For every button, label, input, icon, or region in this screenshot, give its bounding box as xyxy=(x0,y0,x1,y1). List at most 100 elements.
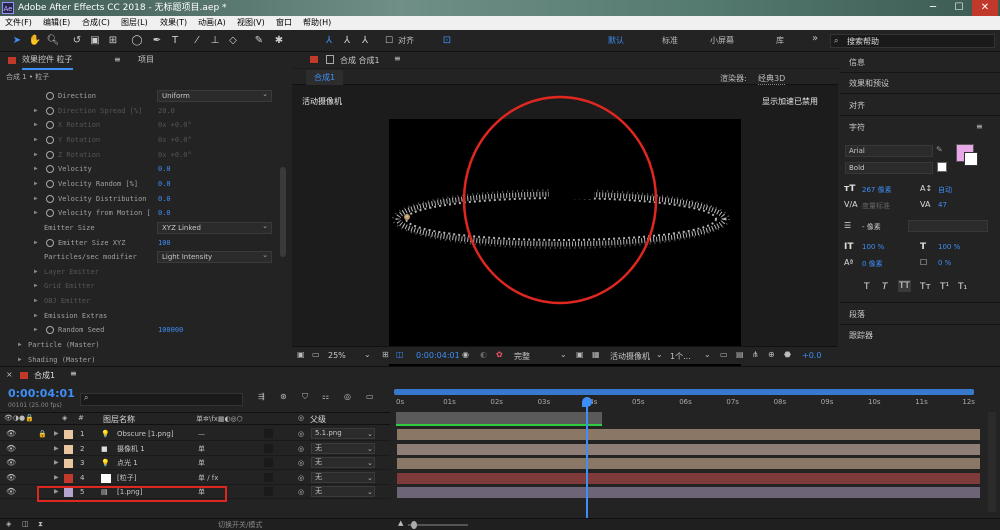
faux-bold-button[interactable]: T xyxy=(864,282,870,292)
layer-name[interactable]: 摄像机 1 xyxy=(117,442,145,456)
effect-row-value[interactable]: 0.0 xyxy=(158,162,171,176)
motion-blur-icon[interactable]: ◎ xyxy=(344,392,351,401)
visibility-eye-icon[interactable]: 👁 xyxy=(6,456,16,470)
3d-layer-toggle[interactable] xyxy=(264,458,273,468)
render-time-icon[interactable]: ⧗ xyxy=(38,520,43,529)
rotate-tool-icon[interactable]: ↺ xyxy=(70,34,84,48)
layer-duration-bar[interactable] xyxy=(397,458,980,470)
align-tab[interactable]: 对齐 xyxy=(849,100,865,111)
comp-mini-flowchart-icon[interactable]: ⇶ xyxy=(258,392,265,401)
type-tool-icon[interactable]: T xyxy=(168,34,182,48)
parent-header[interactable]: 父级 xyxy=(310,414,326,425)
menu-help[interactable]: 帮助(H) xyxy=(303,16,331,30)
viewer-timecode[interactable]: 0:00:04:01 xyxy=(416,351,460,360)
frame-blending-icon[interactable]: ⚏ xyxy=(322,392,329,401)
expand-triangle-icon[interactable]: ▶ xyxy=(34,323,42,337)
3d-layer-toggle[interactable] xyxy=(264,429,273,438)
faux-italic-button[interactable]: T xyxy=(882,282,888,292)
parent-dropdown-icon[interactable]: ⌄ xyxy=(367,456,373,470)
label-color-swatch[interactable] xyxy=(64,459,73,469)
effect-row-value[interactable]: 0x +0.0° xyxy=(158,118,192,132)
expand-triangle-icon[interactable]: ▶ xyxy=(34,309,42,323)
resolution-icon[interactable]: ⊞ xyxy=(382,350,389,359)
expand-triangle-icon[interactable]: ▶ xyxy=(34,279,42,293)
view-select[interactable]: 活动摄像机 xyxy=(610,351,650,362)
expand-triangle-icon[interactable]: ▶ xyxy=(34,265,42,279)
hand-tool-icon[interactable]: ✋ xyxy=(28,34,42,48)
layer-row[interactable]: 👁 ▶ 3 💡 点光 1 单 ◎ 无 ⌄ xyxy=(0,456,390,471)
flowchart-icon[interactable]: ⋔ xyxy=(752,350,759,359)
pick-whip-icon[interactable]: ◎ xyxy=(298,471,304,485)
pen-tool-icon[interactable]: ✒ xyxy=(150,34,164,48)
selection-tool-icon[interactable]: ➤ xyxy=(10,34,24,48)
shy-layers-icon[interactable]: ⛉ xyxy=(302,392,308,402)
snap-options-icon[interactable]: ⊡ xyxy=(440,34,454,48)
project-tab[interactable]: 项目 xyxy=(138,52,154,68)
baseline-shift-value[interactable]: 0 像素 xyxy=(862,259,883,269)
effect-row-value[interactable]: 100000 xyxy=(158,323,183,337)
close-button[interactable]: ✕ xyxy=(972,0,998,16)
stroke-width-value[interactable]: - 像素 xyxy=(862,222,881,232)
visibility-eye-icon[interactable]: 👁 xyxy=(6,442,16,456)
pan-behind-tool-icon[interactable]: ⊞ xyxy=(106,34,120,48)
views-count-select[interactable]: 1个... xyxy=(670,351,691,362)
layer-name-header[interactable]: 图层名称 xyxy=(103,414,135,425)
pick-whip-icon[interactable]: ◎ xyxy=(298,427,304,441)
expand-triangle-icon[interactable]: ▶ xyxy=(34,192,42,206)
layer-switches[interactable]: 单 xyxy=(198,442,205,456)
layer-switches[interactable]: 单 / fx xyxy=(198,471,218,485)
font-size-value[interactable]: 267 像素 xyxy=(862,185,892,195)
snapshot-icon[interactable]: ◉ xyxy=(462,350,469,359)
pick-whip-icon[interactable]: ◎ xyxy=(298,485,304,499)
layer-switches[interactable]: — xyxy=(198,427,205,441)
tsume-value[interactable]: 0 % xyxy=(938,259,951,267)
workspace-small-screen[interactable]: 小屏幕 xyxy=(710,35,734,46)
expand-triangle-icon[interactable]: ▶ xyxy=(34,206,42,220)
expand-layer-icon[interactable]: ▶ xyxy=(54,471,59,485)
effect-row-value[interactable]: 0x +0.0° xyxy=(158,133,192,147)
menu-layer[interactable]: 图层(L) xyxy=(121,16,148,30)
layer-name[interactable]: 点光 1 xyxy=(117,456,138,470)
expand-layer-icon[interactable]: ▶ xyxy=(54,442,59,456)
world-axis-icon[interactable]: ⅄ xyxy=(340,34,354,48)
parent-dropdown-icon[interactable]: ⌄ xyxy=(367,442,373,456)
modes-icon[interactable]: ◫ xyxy=(22,520,29,528)
workspace-library[interactable]: 库 xyxy=(776,35,784,46)
small-caps-button[interactable]: Tт xyxy=(920,282,931,292)
puppet-tool-icon[interactable]: ✱ xyxy=(272,34,286,48)
view-axis-icon[interactable]: ⅄ xyxy=(358,34,372,48)
parent-select[interactable]: 5.1.png xyxy=(311,428,375,439)
3d-layer-toggle[interactable] xyxy=(264,443,273,453)
zoom-out-icon[interactable]: ▲ xyxy=(398,519,403,527)
leading-value[interactable]: 自动 xyxy=(938,185,952,195)
maximize-button[interactable]: ☐ xyxy=(946,0,972,16)
menu-animation[interactable]: 动画(A) xyxy=(198,16,226,30)
parent-dropdown-icon[interactable]: ⌄ xyxy=(367,427,373,441)
info-panel-tab[interactable]: 信息 xyxy=(849,57,865,68)
timeline-scrollbar[interactable] xyxy=(988,412,996,512)
transparency-grid-icon[interactable]: ▦ xyxy=(592,350,600,359)
camera-tool-icon[interactable]: ▣ xyxy=(88,34,102,48)
paragraph-tab[interactable]: 段落 xyxy=(849,309,865,320)
stopwatch-icon[interactable] xyxy=(46,165,54,174)
composition-canvas[interactable] xyxy=(389,95,741,367)
layer-duration-bar[interactable] xyxy=(397,429,980,440)
label-color-swatch[interactable] xyxy=(64,430,73,439)
layer-switches[interactable]: 单 xyxy=(198,456,205,470)
eraser-tool-icon[interactable]: ◇ xyxy=(226,34,240,48)
local-axis-icon[interactable]: ⅄ xyxy=(322,34,336,48)
playhead-handle[interactable] xyxy=(582,397,592,407)
ellipse-tool-icon[interactable]: ◯ xyxy=(130,34,144,48)
menu-file[interactable]: 文件(F) xyxy=(5,16,32,30)
workspace-default[interactable]: 默认 xyxy=(608,35,624,46)
timeline-comp-tab[interactable]: 合成1 xyxy=(34,370,55,381)
search-help-field[interactable]: ⌕ 搜索帮助 xyxy=(830,34,995,48)
stopwatch-icon[interactable] xyxy=(46,209,54,218)
layer-search-input[interactable]: ⌕ xyxy=(80,393,243,406)
color-channel-icon[interactable]: ✿ xyxy=(496,350,503,359)
pick-whip-icon[interactable]: ◎ xyxy=(298,456,304,470)
stopwatch-icon[interactable] xyxy=(46,238,54,247)
3d-layer-toggle[interactable] xyxy=(264,487,273,497)
stopwatch-icon[interactable] xyxy=(46,106,54,115)
stopwatch-icon[interactable] xyxy=(46,326,54,335)
